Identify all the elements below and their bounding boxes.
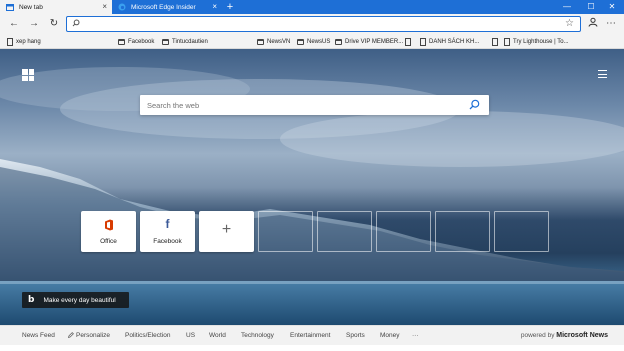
news-tab-feed[interactable]: News Feed bbox=[22, 332, 55, 339]
background-image: Office f Facebook + b Make every day bea… bbox=[0, 49, 624, 325]
forward-button[interactable]: → bbox=[27, 17, 41, 31]
news-tab-personalize[interactable]: Personalize bbox=[67, 332, 110, 339]
favorite-label: Drive VIP MEMBER... bbox=[345, 38, 404, 45]
profile-icon[interactable] bbox=[586, 17, 600, 31]
favorite-label: Try Lighthouse | To... bbox=[513, 38, 569, 45]
search-icon[interactable] bbox=[469, 99, 480, 110]
minimize-button[interactable]: — bbox=[555, 0, 579, 14]
favorite-item[interactable] bbox=[405, 36, 414, 47]
page-icon bbox=[7, 37, 13, 46]
microsoft-logo-icon[interactable] bbox=[22, 69, 34, 81]
page-icon bbox=[492, 37, 498, 46]
office-icon bbox=[104, 219, 113, 231]
favorite-item[interactable]: NewsVN bbox=[257, 36, 290, 47]
mountain-scene bbox=[0, 67, 624, 325]
page-icon bbox=[420, 37, 426, 46]
powered-brand: Microsoft News bbox=[556, 332, 608, 339]
bing-image-banner[interactable]: b Make every day beautiful bbox=[22, 292, 129, 308]
bottom-strip bbox=[0, 345, 624, 351]
back-button[interactable]: ← bbox=[7, 17, 21, 31]
favorite-label: Tintucdautien bbox=[172, 38, 208, 45]
folder-icon bbox=[162, 38, 169, 45]
tab-label: New tab bbox=[19, 3, 43, 11]
address-input[interactable] bbox=[83, 18, 553, 30]
search-icon bbox=[72, 19, 80, 27]
top-site-facebook[interactable]: f Facebook bbox=[140, 211, 195, 252]
page-icon bbox=[405, 37, 411, 46]
top-site-label: Office bbox=[100, 238, 117, 245]
favorite-item[interactable] bbox=[492, 36, 501, 47]
toolbar: ← → ↻ ☆ ⋯ bbox=[0, 14, 624, 34]
favorite-label: NewsVN bbox=[267, 38, 291, 45]
empty-site-slot[interactable] bbox=[258, 211, 313, 252]
refresh-button[interactable]: ↻ bbox=[47, 17, 61, 31]
new-tab-icon bbox=[6, 3, 14, 11]
favorite-label: NewsUS bbox=[307, 38, 331, 45]
folder-icon bbox=[257, 38, 264, 45]
favorites-bar: xep hang Facebook Tintucdautien NewsVN N… bbox=[0, 34, 624, 49]
empty-site-slot[interactable] bbox=[494, 211, 549, 252]
bing-banner-text: Make every day beautiful bbox=[43, 296, 116, 304]
favorite-label: xep hang bbox=[16, 38, 41, 45]
favorite-star-icon[interactable]: ☆ bbox=[565, 17, 574, 30]
bing-icon: b bbox=[28, 295, 35, 305]
empty-site-slot[interactable] bbox=[317, 211, 372, 252]
folder-icon bbox=[335, 38, 342, 45]
close-tab-icon[interactable]: × bbox=[102, 2, 107, 11]
empty-site-slot[interactable] bbox=[435, 211, 490, 252]
new-tab-button[interactable]: + bbox=[225, 1, 235, 13]
folder-icon bbox=[297, 38, 304, 45]
search-box[interactable] bbox=[140, 95, 489, 115]
page-icon bbox=[504, 37, 510, 46]
page-settings-icon[interactable] bbox=[598, 70, 607, 79]
edge-icon bbox=[118, 3, 126, 11]
facebook-icon: f bbox=[165, 217, 170, 231]
powered-by-microsoft-news: powered by Microsoft News bbox=[521, 332, 608, 339]
address-bar[interactable]: ☆ bbox=[66, 16, 581, 32]
news-tab-world[interactable]: World bbox=[209, 332, 226, 339]
news-tab-sports[interactable]: Sports bbox=[346, 332, 365, 339]
tab-new-tab[interactable]: New tab × bbox=[0, 0, 112, 14]
top-site-label: Facebook bbox=[153, 238, 182, 245]
news-tab-us[interactable]: US bbox=[186, 332, 195, 339]
favorite-item[interactable]: NewsUS bbox=[297, 36, 330, 47]
favorite-item[interactable]: DANH SÁCH KH... bbox=[420, 36, 479, 47]
favorite-item[interactable]: xep hang bbox=[7, 36, 41, 47]
news-tab-politics[interactable]: Politics/Election bbox=[125, 332, 171, 339]
news-tab-money[interactable]: Money bbox=[380, 332, 400, 339]
folder-icon bbox=[118, 38, 125, 45]
news-tab-label: Personalize bbox=[76, 332, 110, 339]
news-tab-technology[interactable]: Technology bbox=[241, 332, 274, 339]
news-more-button[interactable]: ··· bbox=[412, 332, 419, 339]
tab-label: Microsoft Edge Insider bbox=[131, 3, 196, 11]
close-window-button[interactable]: ✕ bbox=[600, 0, 624, 14]
pencil-icon bbox=[67, 332, 74, 339]
close-tab-icon[interactable]: × bbox=[212, 2, 217, 11]
favorite-item[interactable]: Try Lighthouse | To... bbox=[504, 36, 569, 47]
empty-site-slot[interactable] bbox=[376, 211, 431, 252]
add-top-site-button[interactable]: + bbox=[199, 211, 254, 252]
menu-icon[interactable]: ⋯ bbox=[604, 17, 618, 31]
favorite-label: Facebook bbox=[128, 38, 155, 45]
plus-icon: + bbox=[221, 221, 232, 238]
favorite-item[interactable]: Facebook bbox=[118, 36, 154, 47]
powered-prefix: powered by bbox=[520, 332, 555, 339]
news-tab-entertainment[interactable]: Entertainment bbox=[290, 332, 330, 339]
favorite-label: DANH SÁCH KH... bbox=[429, 38, 480, 45]
favorite-item[interactable]: Tintucdautien bbox=[162, 36, 208, 47]
title-bar: New tab × Microsoft Edge Insider × + — ☐… bbox=[0, 0, 624, 14]
top-site-office[interactable]: Office bbox=[81, 211, 136, 252]
tab-edge-insider[interactable]: Microsoft Edge Insider × bbox=[112, 0, 222, 14]
news-nav-bar: News Feed Personalize Politics/Election … bbox=[0, 325, 624, 345]
favorite-item[interactable]: Drive VIP MEMBER... bbox=[335, 36, 403, 47]
search-input[interactable] bbox=[147, 98, 457, 112]
